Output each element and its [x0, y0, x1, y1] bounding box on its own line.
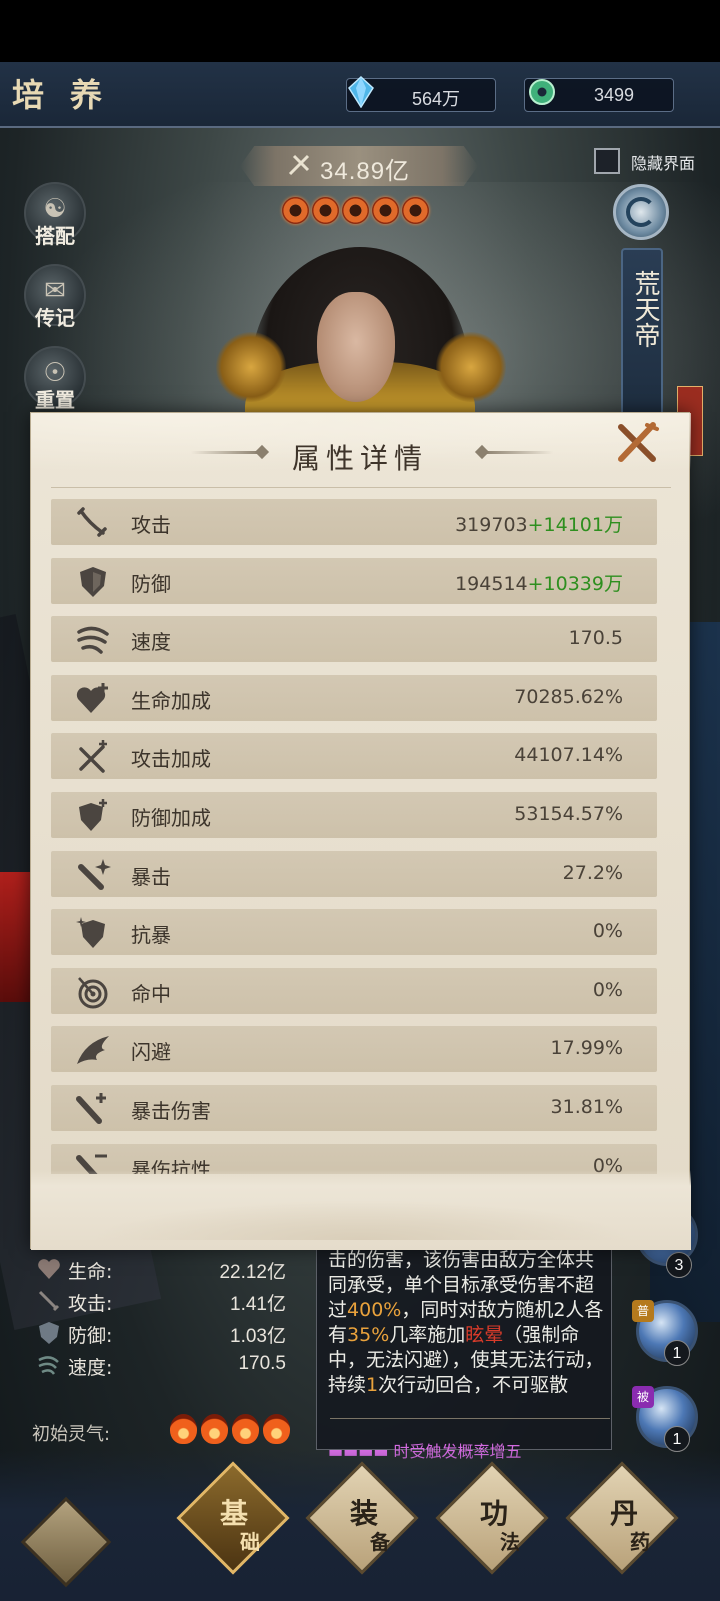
- modal-title: 属性详情: [291, 442, 428, 475]
- attr-row-attack: 攻击 319703+14101万: [51, 499, 657, 545]
- attr-row-attack-bonus: 攻击加成 44107.14%: [51, 733, 657, 780]
- attr-row-life-bonus: 生命加成 70285.62%: [51, 674, 657, 721]
- attr-row-defense: 防御 194514+10339万: [51, 557, 657, 604]
- target-icon: [78, 976, 108, 1009]
- attack-base-value: 319703: [455, 514, 528, 536]
- attr-row-crit-damage: 暴击伤害 31.81%: [51, 1085, 657, 1131]
- attack-bonus-value: +14101万: [527, 514, 623, 536]
- heart-plus-icon: [76, 682, 108, 713]
- sword-plus-icon: [79, 740, 107, 774]
- close-icon[interactable]: [613, 419, 661, 467]
- crit-damage-icon: [76, 1093, 106, 1124]
- attribute-list[interactable]: 攻击 319703+14101万 防御 194514+10339万 速度 170…: [51, 499, 659, 1174]
- modal-divider: [51, 487, 671, 488]
- attr-row-hit: 命中 0%: [51, 967, 657, 1014]
- crit-icon: [78, 858, 111, 890]
- status-bar-area: [0, 0, 720, 62]
- wind-icon: [77, 626, 109, 654]
- shield-plus-icon: [79, 799, 107, 831]
- sword-icon: [77, 507, 107, 537]
- attr-row-defense-bonus: 防御加成 53154.57%: [51, 792, 657, 838]
- shield-icon: [80, 566, 106, 597]
- attr-row-dodge: 闪避 17.99%: [51, 1026, 657, 1073]
- attribute-details-modal: 属性详情 攻击 319703+14101万 防御 194514+10339万 速…: [30, 412, 691, 1250]
- crit-resist-icon: [76, 917, 105, 949]
- defense-bonus-value: +10339万: [527, 572, 623, 595]
- dodge-icon: [77, 1036, 109, 1065]
- attr-row-speed: 速度 170.5: [51, 616, 657, 663]
- title-ornament-right: [483, 451, 553, 454]
- attr-row-crit: 暴击 27.2%: [51, 850, 657, 897]
- defense-base-value: 194514: [455, 572, 528, 595]
- modal-bottom-cloud-decoration: [31, 1170, 691, 1250]
- attr-row-crit-resist: 抗暴 0%: [51, 909, 657, 956]
